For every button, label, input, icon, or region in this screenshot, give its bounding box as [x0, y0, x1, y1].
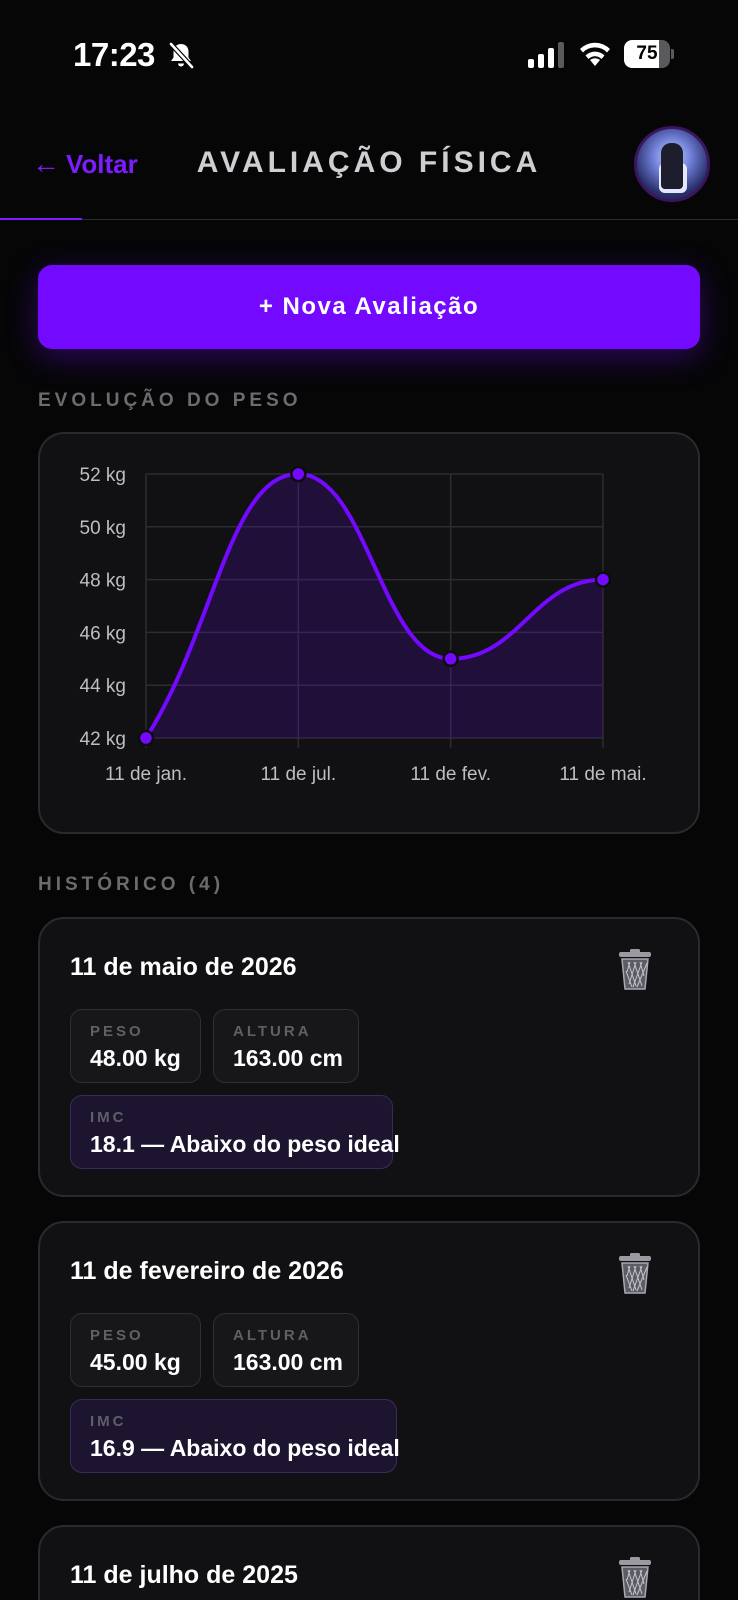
wifi-icon — [580, 42, 610, 66]
history-card: 11 de julho de 2025 — [38, 1525, 700, 1600]
chart-x-tick-label: 11 de mai. — [559, 764, 646, 785]
imc-value: 18.1 — Abaixo do peso ideal — [90, 1131, 400, 1157]
chart-y-tick-label: 52 kg — [80, 465, 126, 486]
new-evaluation-button[interactable]: + Nova Avaliação — [38, 265, 700, 349]
avatar-figure — [661, 143, 683, 189]
battery-percentage: 75 — [636, 43, 658, 64]
peso-label: PESO — [90, 1327, 144, 1344]
chart-y-tick-label: 48 kg — [80, 571, 126, 592]
page-title: AVALIAÇÃO FÍSICA — [196, 146, 542, 179]
altura-label: ALTURA — [233, 1327, 312, 1344]
status-time: 17:23 — [73, 36, 155, 73]
chart-y-tick-label: 46 kg — [80, 623, 126, 644]
history-date: 11 de maio de 2026 — [70, 953, 297, 981]
history-card: 11 de fevereiro de 2026 PESO 45.00 kg AL… — [38, 1221, 700, 1501]
chart-x-tick-label: 11 de jul. — [260, 764, 336, 785]
peso-label: PESO — [90, 1023, 144, 1040]
app-header: ← Voltar AVALIAÇÃO FÍSICA — [0, 110, 738, 220]
history-date: 11 de julho de 2025 — [70, 1561, 298, 1589]
peso-stat: PESO 48.00 kg — [70, 1009, 201, 1083]
altura-stat: ALTURA 163.00 cm — [213, 1313, 359, 1387]
avatar[interactable] — [634, 126, 710, 202]
trash-icon[interactable] — [616, 1253, 654, 1295]
chart-x-tick-label: 11 de jan. — [105, 764, 187, 785]
altura-value: 163.00 cm — [233, 1045, 343, 1071]
imc-label: IMC — [90, 1109, 127, 1126]
history-section-label: HISTÓRICO (4) — [38, 874, 225, 895]
history-card: 11 de maio de 2026 PESO 48.00 kg ALTURA … — [38, 917, 700, 1197]
status-bar: 17:23 75 — [0, 0, 738, 110]
chart-y-tick-label: 42 kg — [80, 729, 126, 750]
weight-section-label: EVOLUÇÃO DO PESO — [38, 390, 302, 411]
chart-y-tick-label: 50 kg — [80, 518, 126, 539]
trash-icon[interactable] — [616, 949, 654, 991]
imc-stat: IMC 16.9 — Abaixo do peso ideal — [70, 1399, 400, 1473]
back-underline — [0, 218, 82, 220]
peso-stat: PESO 45.00 kg — [70, 1313, 201, 1387]
bell-slash-icon — [169, 42, 194, 69]
battery-icon: 75 — [624, 40, 674, 68]
altura-value: 163.00 cm — [233, 1349, 343, 1375]
altura-stat: ALTURA 163.00 cm — [213, 1009, 359, 1083]
weight-chart: 42 kg 44 kg 46 kg 48 kg 50 kg 52 kg 11 de jan… — [80, 465, 647, 785]
signal-icon — [528, 42, 564, 68]
chart-data-point — [290, 465, 307, 483]
imc-stat: IMC 18.1 — Abaixo do peso ideal — [70, 1095, 400, 1169]
imc-value: 16.9 — Abaixo do peso ideal — [90, 1435, 400, 1461]
chart-data-point — [594, 571, 612, 588]
chart-data-point — [442, 650, 459, 668]
chart-x-tick-label: 11 de fev. — [410, 764, 491, 785]
history-date: 11 de fevereiro de 2026 — [70, 1257, 344, 1285]
chart-data-point — [137, 729, 155, 747]
imc-label: IMC — [90, 1413, 127, 1430]
chart-y-tick-label: 44 kg — [80, 676, 126, 697]
peso-value: 48.00 kg — [90, 1045, 181, 1071]
altura-label: ALTURA — [233, 1023, 312, 1040]
peso-value: 45.00 kg — [90, 1349, 181, 1375]
trash-icon[interactable] — [616, 1557, 654, 1599]
weight-chart-card: 42 kg 44 kg 46 kg 48 kg 50 kg 52 kg 11 de jan… — [38, 432, 700, 834]
chart-area-fill — [146, 474, 603, 738]
